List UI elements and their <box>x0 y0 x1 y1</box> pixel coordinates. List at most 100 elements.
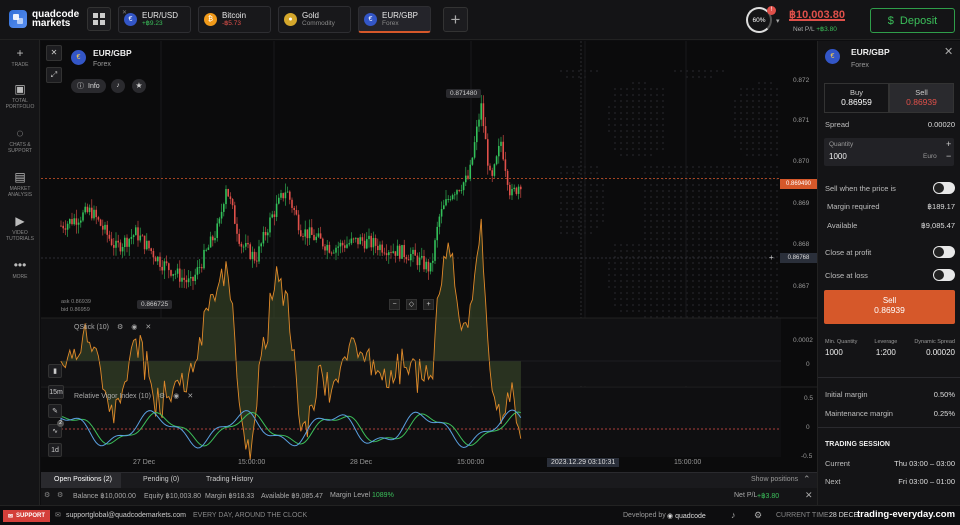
current-session-row: Current Thu 03:00 – 03:00 <box>825 459 955 468</box>
deposit-button[interactable]: $ Deposit <box>870 8 955 33</box>
map-dot <box>655 93 659 97</box>
map-dot <box>601 207 605 211</box>
add-alert-plus-icon[interactable]: + <box>769 253 774 262</box>
settings-gear-icon[interactable]: ⚙ <box>159 392 165 400</box>
settings-gear-icon[interactable]: ⚙ <box>117 323 123 331</box>
map-dot <box>733 213 737 217</box>
candle-body <box>201 267 203 269</box>
pencil-icon[interactable]: ✎ <box>48 404 62 418</box>
chevron-down-icon[interactable]: ▾ <box>776 17 780 25</box>
remove-indicator-icon[interactable]: ✕ <box>187 392 193 400</box>
map-dot <box>637 147 641 151</box>
tab-open-positions[interactable]: Open Positions (2) <box>41 473 121 488</box>
quantity-increase-icon[interactable]: + <box>946 139 951 149</box>
map-dot <box>565 225 569 229</box>
layout-grid-button[interactable] <box>87 7 111 31</box>
map-dot <box>589 219 593 223</box>
price-chart[interactable] <box>41 41 817 472</box>
info-button[interactable]: ⓘ Info <box>71 79 106 93</box>
candle-body <box>284 192 287 199</box>
zoom-out-button[interactable]: − <box>389 299 400 310</box>
map-dot <box>727 195 731 199</box>
map-dot <box>745 117 749 121</box>
close-tab-icon[interactable]: ✕ <box>122 9 127 16</box>
trade-panel: € EUR/GBP Forex ✕ Buy 0.86959 Sell 0.869… <box>817 41 960 505</box>
candle-body <box>75 218 78 225</box>
draw-tool-icon[interactable]: ⤢ <box>46 67 62 83</box>
quantity-field[interactable]: Quantity 1000 Euro + − <box>824 138 954 166</box>
current-session-label: Current <box>825 459 851 468</box>
sidebar-item-analysis[interactable]: ▤ MARKET ANALYSIS <box>0 170 40 198</box>
chart-area[interactable]: ✕ ⤢ € EUR/GBP Forex ⓘ Info ♪ ★ ask 0.8693… <box>41 41 817 472</box>
spread-label: Spread <box>825 120 850 129</box>
map-dot <box>751 207 755 211</box>
brand-logo[interactable]: quadcode markets <box>9 10 79 29</box>
map-dot <box>625 291 629 295</box>
favorite-star-icon[interactable]: ★ <box>132 79 146 93</box>
settings-gear-icon[interactable]: ⚙ <box>754 510 762 521</box>
sidebar-item-trade[interactable]: + TRADE <box>0 46 40 68</box>
visibility-eye-icon[interactable]: ◉ <box>173 392 179 400</box>
map-dot <box>643 93 647 97</box>
tab-trading-history[interactable]: Trading History <box>206 476 253 483</box>
tab-pending[interactable]: Pending (0) <box>143 476 179 483</box>
support-button[interactable]: ✉ SUPPORT <box>3 510 51 522</box>
sell-button[interactable]: Sell 0.86939 <box>889 83 954 113</box>
candle-body <box>306 229 309 239</box>
asset-tab-eurgbp[interactable]: € EUR/GBP Forex <box>358 6 431 33</box>
sidebar-item-portfolio[interactable]: ▣ TOTAL PORTFOLIO <box>0 82 40 110</box>
account-balance[interactable]: ฿10,003.80 <box>789 8 845 21</box>
sell-when-toggle[interactable] <box>933 182 955 194</box>
map-dot <box>763 93 767 97</box>
close-panel-icon[interactable]: ✕ <box>944 45 953 58</box>
visibility-eye-icon[interactable]: ◉ <box>131 323 137 331</box>
price-tick: 0.870 <box>793 158 810 165</box>
map-dot <box>655 189 659 193</box>
map-dot <box>763 285 767 289</box>
place-order-button[interactable]: Sell 0.86939 <box>824 290 955 324</box>
map-dot <box>739 201 743 205</box>
close-all-icon[interactable]: ✕ <box>805 490 813 501</box>
show-positions-button[interactable]: Show positions <box>751 476 798 483</box>
chart-asset-name: EUR/GBP <box>93 48 132 58</box>
map-dot <box>643 297 647 301</box>
time-tick: 27 Dec <box>133 459 156 466</box>
asset-tab-gold[interactable]: ● Gold Commodity <box>278 6 351 33</box>
sidebar-item-video[interactable]: ▶ VIDEO TUTORIALS <box>0 214 40 242</box>
sound-icon[interactable]: ♪ <box>731 510 736 520</box>
close-loss-toggle[interactable] <box>933 269 955 281</box>
chevron-up-icon[interactable]: ⌃ <box>803 474 811 485</box>
map-dot <box>745 171 749 175</box>
sidebar-item-chats[interactable]: ◌ CHATS & SUPPORT <box>0 126 40 154</box>
candle-body <box>121 247 124 252</box>
period-button[interactable]: 1d <box>48 443 62 457</box>
plus-icon: + <box>450 9 461 29</box>
divider <box>818 377 960 378</box>
close-profit-toggle[interactable] <box>933 246 955 258</box>
settings-icon[interactable]: ⚙ <box>57 491 63 499</box>
quantity-value[interactable]: 1000 <box>829 152 847 161</box>
remove-indicator-icon[interactable]: ✕ <box>145 323 151 331</box>
map-dot <box>637 291 641 295</box>
timeframe-button[interactable]: 15m <box>48 385 64 399</box>
candle-body <box>495 156 498 165</box>
sidebar-item-more[interactable]: ••• MORE <box>0 258 40 280</box>
candle-body <box>273 214 276 217</box>
map-dot <box>679 219 683 223</box>
asset-tab-eurusd[interactable]: ✕ € EUR/USD +฿9.23 <box>118 6 191 33</box>
chart-type-candle-icon[interactable]: ▮ <box>48 364 62 378</box>
quantity-decrease-icon[interactable]: − <box>946 151 951 161</box>
reset-zoom-button[interactable]: ◇ <box>406 299 417 310</box>
buy-button[interactable]: Buy 0.86959 <box>824 83 889 113</box>
alert-bell-icon[interactable]: ♪ <box>111 79 125 93</box>
asset-tab-bitcoin[interactable]: ₿ Bitcoin -฿5.73 <box>198 6 271 33</box>
zoom-in-button[interactable]: + <box>423 299 434 310</box>
close-chart-icon[interactable]: ✕ <box>46 45 62 61</box>
candle-body <box>421 256 423 258</box>
support-email[interactable]: supportglobal@quadcodemarkets.com <box>66 512 186 519</box>
settings-gear-icon[interactable]: ⚙ <box>44 491 50 499</box>
map-dot <box>715 303 719 307</box>
map-dot <box>667 207 671 211</box>
add-tab-button[interactable]: + <box>443 7 468 32</box>
close-loss-label: Close at loss <box>825 270 868 280</box>
